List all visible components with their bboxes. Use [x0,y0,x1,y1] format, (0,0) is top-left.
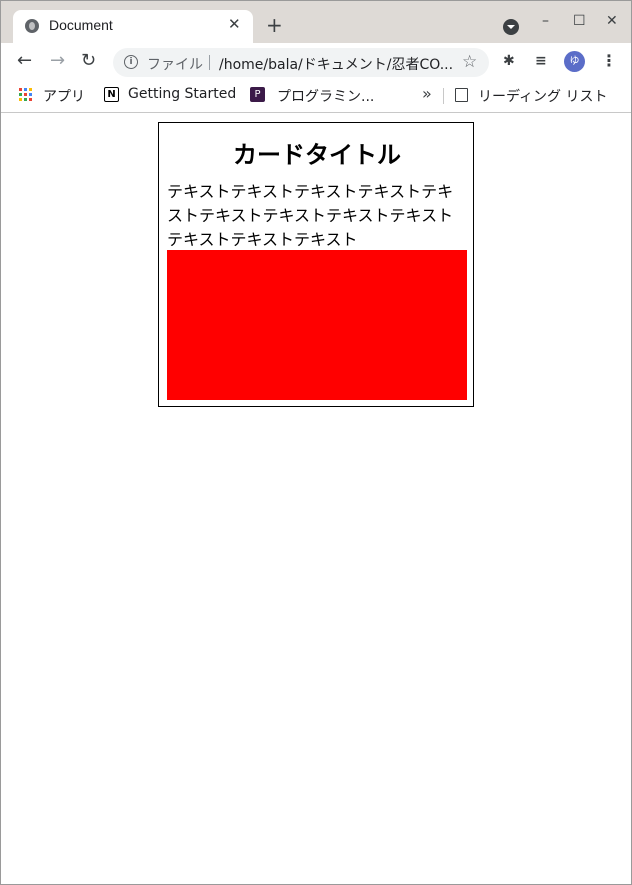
tab-title: Document [49,17,113,33]
minimize-button[interactable]: – [542,13,549,29]
url-text[interactable]: /home/bala/ドキュメント/忍者CO... [219,54,455,74]
scheme-label: ファイル [147,57,203,73]
omnibox-separator [209,55,210,70]
reading-list-button[interactable]: リーディング リスト [478,86,607,106]
close-window-button[interactable]: ✕ [606,13,618,29]
more-bookmarks-chevron-icon[interactable]: » [422,84,432,103]
bookmark-getting-started[interactable]: Getting Started [128,86,236,102]
tab-strip: Document ✕ + – ☐ ✕ [1,1,631,43]
tab-close-button[interactable]: ✕ [228,15,241,33]
info-icon[interactable]: i [124,55,138,69]
card-red-box [167,250,467,400]
extensions-puzzle-icon[interactable]: ✱ [503,53,515,69]
maximize-button[interactable]: ☐ [573,13,586,29]
profile-avatar[interactable]: ゆ [564,51,585,72]
tab-search-button[interactable] [503,19,519,35]
browser-menu-icon[interactable]: ⋮ [601,51,617,70]
bookmarks-bar: アプリ N Getting Started P プログラミン... » リーディ… [1,81,631,113]
address-bar[interactable]: i ファイル /home/bala/ドキュメント/忍者CO... ☆ [113,48,489,77]
bookmark-apps[interactable]: アプリ [43,86,85,106]
bookmark-programming[interactable]: プログラミン... [277,86,374,106]
globe-icon [25,19,39,33]
tab-document[interactable]: Document ✕ [13,10,253,43]
notion-icon: N [104,87,119,102]
page-content: カードタイトル テキストテキストテキストテキストテキストテキストテキストテキスト… [1,113,631,884]
bookmarks-separator [443,88,444,104]
reload-button[interactable]: ↻ [81,51,96,71]
media-control-icon[interactable]: ≡ [535,53,547,69]
reading-list-icon [455,88,468,102]
bookmark-star-icon[interactable]: ☆ [462,52,477,72]
back-button[interactable]: ← [17,51,32,71]
browser-window: Document ✕ + – ☐ ✕ ← → ↻ i ファイル /home/ba… [0,0,632,885]
forward-button[interactable]: → [50,51,65,71]
apps-grid-icon[interactable] [19,88,33,102]
card-text: テキストテキストテキストテキストテキストテキストテキストテキストテキストテキスト… [167,182,454,249]
new-tab-button[interactable]: + [266,15,283,35]
programming-site-icon: P [250,87,265,102]
card: カードタイトル テキストテキストテキストテキストテキストテキストテキストテキスト… [158,122,474,407]
toolbar: ← → ↻ i ファイル /home/bala/ドキュメント/忍者CO... ☆… [1,43,631,81]
card-title: カードタイトル [233,141,401,169]
